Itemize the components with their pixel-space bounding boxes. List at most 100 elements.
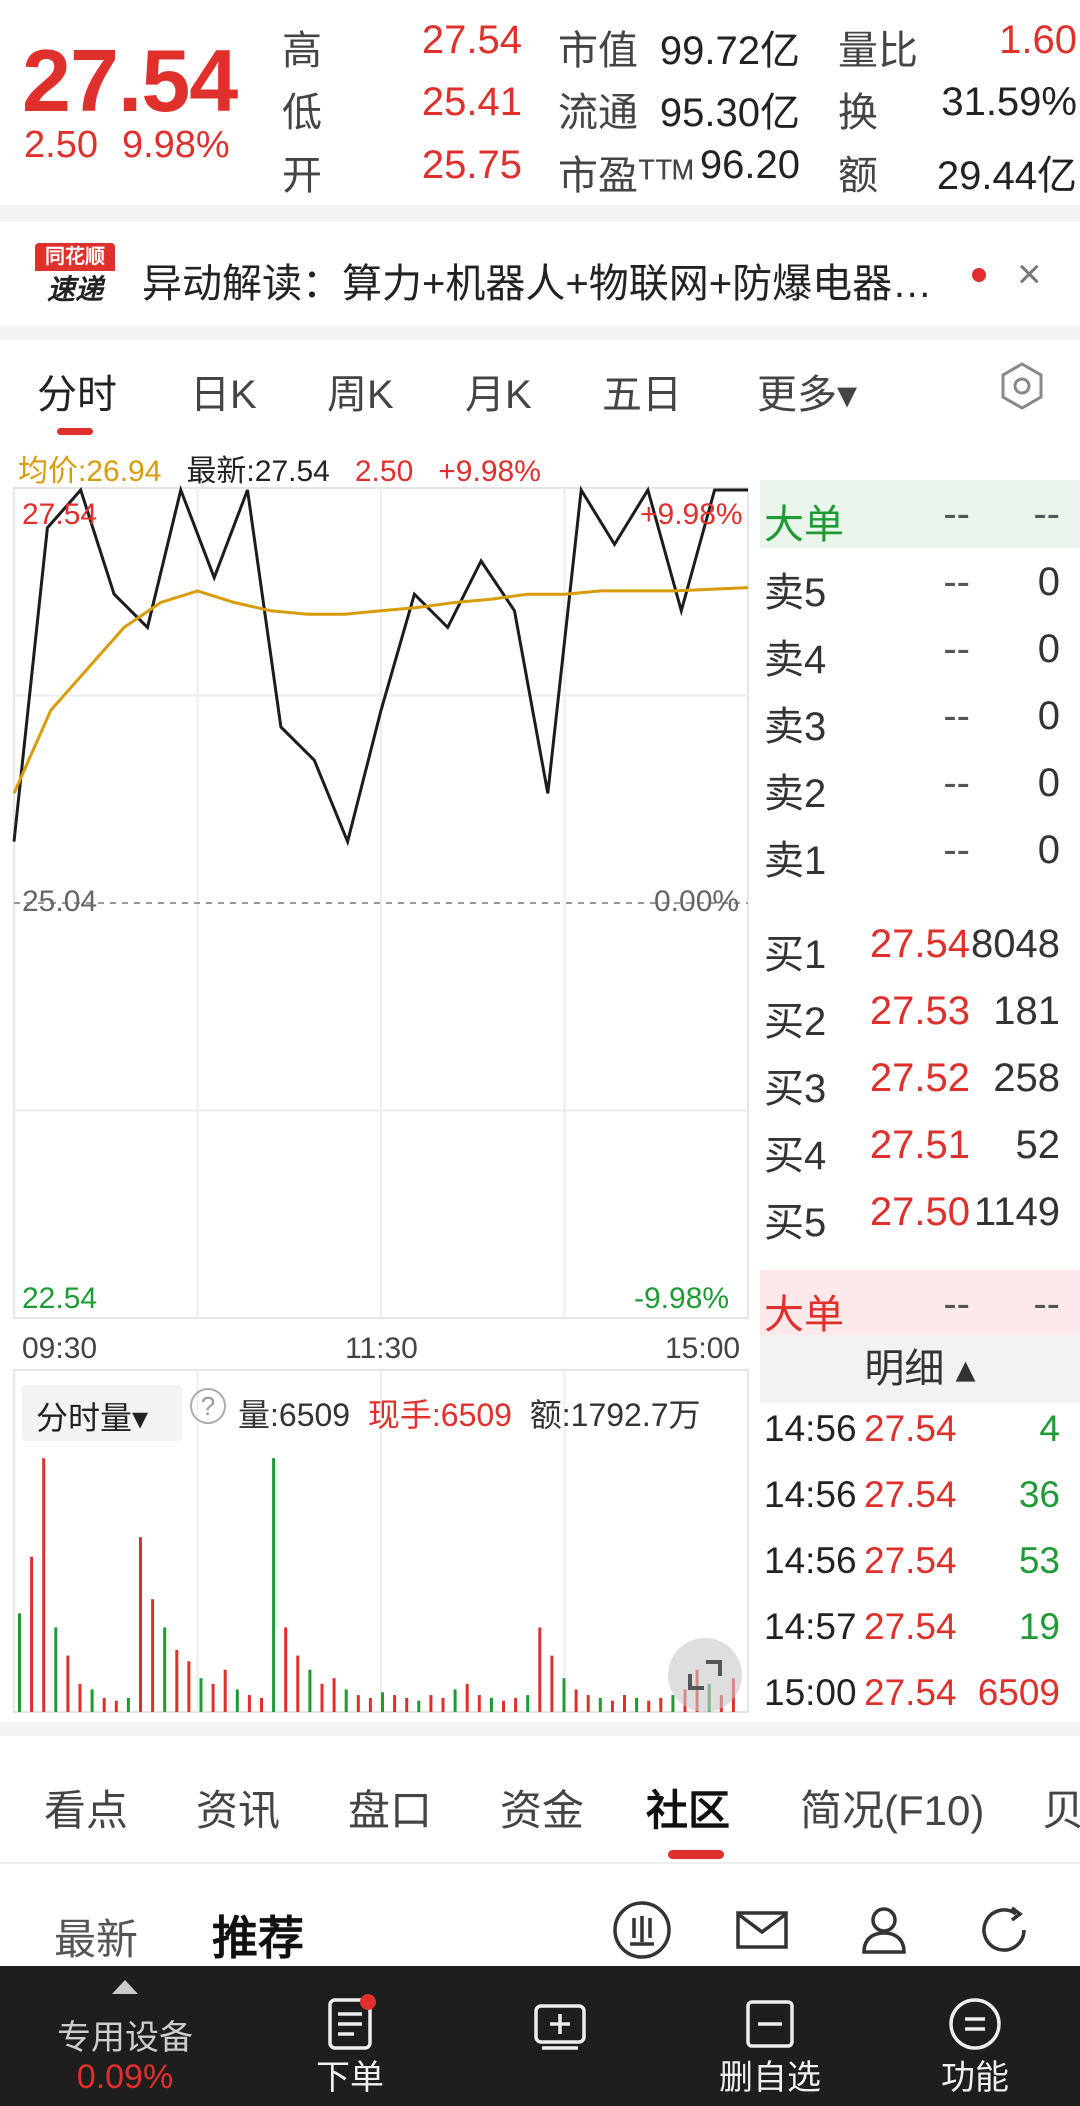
tab-capital[interactable]: 资金 — [500, 1777, 584, 1838]
volume-bar — [320, 1683, 324, 1712]
tab-monthly-k[interactable]: 月K — [465, 362, 532, 420]
tab-finance[interactable]: 贝 — [1042, 1777, 1080, 1838]
ymax-pct-label: +9.98% — [640, 498, 743, 531]
help-icon[interactable]: ? — [190, 1388, 226, 1424]
volume-bar — [223, 1669, 227, 1712]
fullscreen-button[interactable] — [668, 1638, 742, 1712]
quote-header: 27.54 2.50 9.98% 高 27.54 低 25.41 开 25.75 … — [0, 0, 1080, 205]
news-banner[interactable]: 同花顺 速递 异动解读：算力+机器人+物联网+防爆电器… — [0, 220, 1080, 330]
function-label: 功能 — [941, 2059, 1009, 2097]
industry-button[interactable]: 专用设备 0.09% — [30, 1966, 220, 2106]
open-value: 25.75 — [421, 143, 522, 187]
buy-price: 27.54 — [869, 922, 970, 966]
sell-row[interactable]: 卖1 -- 0 — [760, 818, 1080, 883]
volume-bar — [163, 1627, 167, 1712]
change-value: 2.50 — [24, 124, 98, 166]
detail-time: 15:00 — [764, 1672, 857, 1713]
tab-f10[interactable]: 简况(F10) — [800, 1777, 984, 1838]
detail-header[interactable]: 明细 ▴ — [760, 1335, 1080, 1403]
feed-latest[interactable]: 最新 — [54, 1906, 138, 1967]
settings-icon[interactable] — [996, 360, 1048, 412]
mail-icon[interactable] — [730, 1898, 794, 1962]
sell-row[interactable]: 卖2 -- 0 — [760, 751, 1080, 816]
volume-bar — [368, 1697, 372, 1712]
volume-bar — [598, 1697, 602, 1712]
news-text[interactable]: 异动解读：算力+机器人+物联网+防爆电器… — [142, 251, 942, 309]
detail-time: 14:56 — [764, 1474, 857, 1515]
sell-price: -- — [943, 627, 970, 671]
unread-dot — [972, 268, 986, 282]
pe-value: 96.20 — [699, 143, 800, 187]
detail-time: 14:57 — [764, 1606, 857, 1647]
detail-time: 14:56 — [764, 1540, 857, 1581]
refresh-icon[interactable] — [972, 1898, 1036, 1962]
detail-price: 27.54 — [864, 1606, 957, 1647]
tab-weekly-k[interactable]: 周K — [327, 362, 394, 420]
sell-label: 卖1 — [764, 839, 827, 883]
feed-bar: 最新 推荐 — [0, 1868, 1080, 1968]
tab-more[interactable]: 更多▾ — [757, 362, 857, 420]
volume-bar — [90, 1689, 94, 1712]
volume-bar — [405, 1697, 409, 1712]
tab-community[interactable]: 社区 — [646, 1777, 730, 1838]
amount-value: 29.44亿 — [936, 154, 1077, 198]
remove-watchlist-button[interactable]: 删自选 — [700, 1966, 840, 2106]
caret-up-icon — [112, 1980, 138, 1994]
current-hand: 现手:6509 — [367, 1397, 512, 1433]
sell-row[interactable]: 卖4 -- 0 — [760, 617, 1080, 682]
order-button[interactable]: 下单 — [280, 1966, 420, 2106]
buy-row[interactable]: 买4 27.51 52 — [760, 1113, 1080, 1178]
volume-bar — [42, 1458, 46, 1712]
sell-price: -- — [943, 761, 970, 805]
info-tabs: 看点 资讯 盘口 资金 社区 简况(F10) 贝 — [0, 1735, 1080, 1845]
buy-volume: 181 — [993, 989, 1060, 1033]
tab-highlights[interactable]: 看点 — [44, 1777, 128, 1838]
function-button[interactable]: 功能 — [905, 1966, 1045, 2106]
volume-bar — [126, 1697, 130, 1712]
sell-volume: 0 — [1037, 627, 1060, 671]
divider — [0, 205, 1080, 219]
buy-row[interactable]: 买5 27.50 1149 — [760, 1180, 1080, 1245]
volume-bar — [647, 1700, 651, 1712]
volume-bar — [102, 1697, 106, 1712]
change-percent: 9.98% — [121, 124, 230, 166]
close-icon[interactable]: × — [1017, 250, 1042, 298]
big-order-buy[interactable]: 大单 -- -- — [760, 1270, 1080, 1338]
volume-selector[interactable]: 分时量▾ — [22, 1385, 182, 1441]
volume-bar — [308, 1669, 312, 1712]
mktcap-label: 市值 — [558, 29, 638, 73]
tab-handicap[interactable]: 盘口 — [348, 1777, 432, 1838]
kline-tabs: 分时 日K 周K 月K 五日 更多▾ — [0, 340, 1080, 440]
sell-price: -- — [943, 694, 970, 738]
volume-bar — [453, 1689, 457, 1712]
tab-news[interactable]: 资讯 — [196, 1777, 280, 1838]
sell-volume: 0 — [1037, 694, 1060, 738]
volume-bar — [18, 1613, 21, 1712]
detail-row: 14:56 27.54 4 — [760, 1408, 1080, 1468]
buy-price: 27.50 — [869, 1190, 970, 1234]
buy-label: 买3 — [764, 1067, 827, 1111]
tab-five-day[interactable]: 五日 — [602, 362, 682, 420]
feed-recommended[interactable]: 推荐 — [212, 1902, 304, 1968]
last-price: 27.54 — [22, 31, 238, 130]
tab-intraday[interactable]: 分时 — [37, 362, 117, 420]
post-icon[interactable] — [610, 1898, 674, 1962]
volume-bar — [54, 1627, 58, 1712]
low-value: 25.41 — [421, 80, 522, 124]
big-order-sell[interactable]: 大单 -- -- — [760, 480, 1080, 548]
volume-bar — [610, 1700, 614, 1712]
user-icon[interactable] — [852, 1898, 916, 1962]
sell-row[interactable]: 卖5 -- 0 — [760, 550, 1080, 615]
tab-daily-k[interactable]: 日K — [190, 362, 257, 420]
sell-row[interactable]: 卖3 -- 0 — [760, 684, 1080, 749]
buy-price: 27.53 — [869, 989, 970, 1033]
buy-price: 27.51 — [869, 1123, 970, 1167]
buy-row[interactable]: 买3 27.52 258 — [760, 1046, 1080, 1111]
order-icon — [328, 1994, 376, 2050]
trade-button[interactable] — [490, 1966, 630, 2106]
detail-row: 14:56 27.54 53 — [760, 1540, 1080, 1600]
intraday-chart[interactable]: 27.54 +9.98% 25.04 0.00% 22.54 -9.98% 09… — [0, 480, 760, 1720]
buy-row[interactable]: 买1 27.54 8048 — [760, 912, 1080, 977]
buy-row[interactable]: 买2 27.53 181 — [760, 979, 1080, 1044]
sell-volume: 0 — [1037, 560, 1060, 604]
